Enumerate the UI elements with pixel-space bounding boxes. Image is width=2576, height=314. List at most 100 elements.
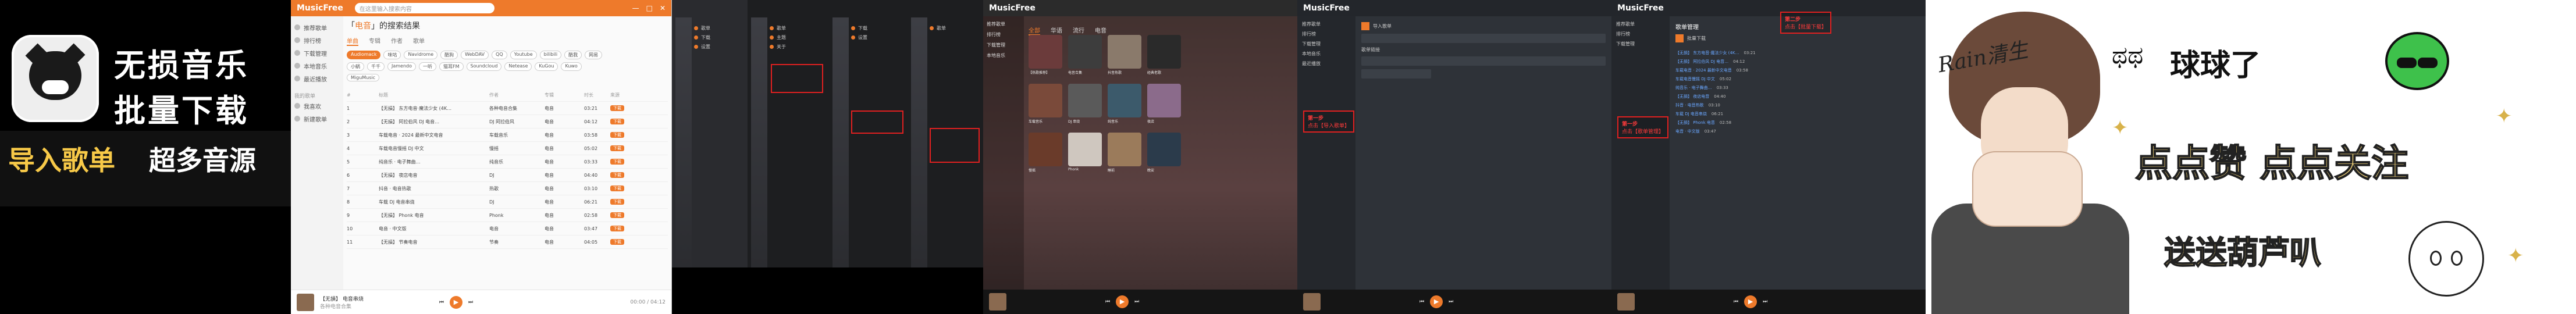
- source-chip[interactable]: 一听: [419, 62, 437, 71]
- sidebar-item-downloads[interactable]: 下载管理: [294, 47, 340, 59]
- prev-icon[interactable]: ⏮: [439, 299, 444, 305]
- track-row[interactable]: 【无損】 夜店电音 04:40: [1675, 92, 1920, 101]
- sidebar-item-favorites[interactable]: 我喜欢: [294, 99, 340, 112]
- source-chip[interactable]: QQ: [492, 51, 507, 59]
- menu-item[interactable]: 设置: [851, 33, 904, 42]
- song-title[interactable]: 【无損】 Phonk 电音: [379, 212, 489, 219]
- source-chip[interactable]: 酷我: [564, 51, 582, 59]
- play-button[interactable]: ▶: [1430, 295, 1443, 308]
- table-row[interactable]: 4 车载电音慢摇 DJ 中文 慢摇 电音 05:02 下载: [347, 142, 668, 155]
- next-icon[interactable]: ⏭: [1763, 299, 1767, 305]
- playlist-cover[interactable]: [1068, 84, 1102, 117]
- track-title[interactable]: 车载 DJ 电音串烧: [1675, 111, 1707, 117]
- source-chip[interactable]: KuGou: [535, 62, 558, 71]
- source-chip[interactable]: Jamendo: [387, 62, 417, 71]
- sidebar-item-playlists[interactable]: 推荐歌单: [294, 21, 340, 34]
- track-title[interactable]: 电音 · 中文版: [1675, 129, 1700, 134]
- table-row[interactable]: 3 车载电音 · 2024 最新中文电音 车载音乐 电音 03:58 下载: [347, 129, 668, 142]
- song-title[interactable]: 抖音 · 电音热歌: [379, 185, 489, 192]
- sidebar-item-charts[interactable]: 排行榜: [294, 34, 340, 47]
- table-row[interactable]: 2 【无損】 阿拉伯风 DJ 电音… DJ 阿拉伯风 电音 04:12 下载: [347, 115, 668, 129]
- track-title[interactable]: 【无損】 Phonk 电音: [1675, 120, 1715, 126]
- tab-3[interactable]: 歌单: [413, 36, 425, 46]
- playlist-card[interactable]: 抖音热歌: [1108, 35, 1141, 79]
- playlist-card[interactable]: DJ 串烧: [1068, 84, 1102, 128]
- table-row[interactable]: 5 纯音乐 · 电子舞曲… 纯音乐 电音 03:33 下载: [347, 155, 668, 169]
- song-artist[interactable]: DJ: [489, 173, 545, 178]
- next-icon[interactable]: ⏭: [1449, 299, 1453, 305]
- playlist-card[interactable]: 电音合集: [1068, 35, 1102, 79]
- track-row[interactable]: 电音 · 中文版 03:47: [1675, 127, 1920, 135]
- song-artist[interactable]: 节奏: [489, 239, 545, 245]
- playlist-card[interactable]: 晚安: [1147, 133, 1181, 177]
- sidebar-item-playlists[interactable]: 推荐歌单: [1302, 21, 1351, 31]
- source-chip[interactable]: MiguMusic: [347, 74, 380, 81]
- song-title[interactable]: 车载电音慢摇 DJ 中文: [379, 145, 489, 152]
- track-title[interactable]: 【无損】 夜店电音: [1675, 94, 1709, 99]
- table-row[interactable]: 9 【无損】 Phonk 电音 Phonk 电音 02:58 下载: [347, 209, 668, 222]
- track-row[interactable]: 车载电音 · 2024 最新中文电音 03:58: [1675, 66, 1920, 74]
- sidebar-item-charts[interactable]: 排行榜: [987, 31, 1020, 42]
- maximize-icon[interactable]: □: [646, 4, 653, 12]
- playlist-cover[interactable]: [1108, 84, 1141, 117]
- song-title[interactable]: 【无損】 阿拉伯风 DJ 电音…: [379, 119, 489, 125]
- song-artist[interactable]: 纯音乐: [489, 159, 545, 165]
- menu-item[interactable]: 下载: [694, 33, 744, 42]
- next-icon[interactable]: ⏭: [1134, 299, 1139, 305]
- tab-2[interactable]: 作者: [391, 36, 403, 46]
- sidebar-item-downloads[interactable]: 下载管理: [1616, 41, 1665, 51]
- sidebar-item-charts[interactable]: 排行榜: [1616, 31, 1665, 41]
- playlist-card[interactable]: Phonk: [1068, 133, 1102, 177]
- track-row[interactable]: 车载电音慢摇 DJ 中文 05:02: [1675, 74, 1920, 83]
- gallery-tab[interactable]: 全部: [1029, 26, 1040, 35]
- sidebar-item-local[interactable]: 本地音乐: [1302, 51, 1351, 60]
- download-button[interactable]: 下载: [610, 199, 624, 205]
- menu-item[interactable]: 下载: [851, 23, 904, 33]
- song-title[interactable]: 纯音乐 · 电子舞曲…: [379, 159, 489, 165]
- play-button[interactable]: ▶: [1116, 295, 1129, 308]
- song-artist[interactable]: DJ: [489, 199, 545, 205]
- playlist-card[interactable]: 经典老歌: [1147, 35, 1181, 79]
- playlist-card[interactable]: 车载音乐: [1029, 84, 1062, 128]
- playlist-cover[interactable]: [1108, 35, 1141, 69]
- track-row[interactable]: 纯音乐 · 电子舞曲… 03:33: [1675, 83, 1920, 92]
- playlist-card[interactable]: 纯音乐: [1108, 84, 1141, 128]
- table-row[interactable]: 11 【无損】 节奏电音 节奏 电音 04:05 下载: [347, 236, 668, 249]
- table-row[interactable]: 1 【无損】 东方电音·魔法少女 (4K… 各种电音合集 电音 03:21 下载: [347, 102, 668, 115]
- source-chip[interactable]: Audiomack: [347, 51, 381, 59]
- menu-item[interactable]: 歌单: [770, 23, 826, 33]
- source-chip[interactable]: WebDAV: [461, 51, 489, 59]
- album-cover[interactable]: [1617, 293, 1635, 311]
- song-title[interactable]: 车载电音 · 2024 最新中文电音: [379, 132, 489, 138]
- song-artist[interactable]: 慢摇: [489, 145, 545, 152]
- source-chip[interactable]: Netease: [504, 62, 532, 71]
- menu-item[interactable]: 歌单: [930, 23, 980, 33]
- sidebar-item-recent[interactable]: 最近播放: [1302, 60, 1351, 70]
- batch-download-button[interactable]: 批量下载: [1675, 34, 1920, 42]
- playlist-cover[interactable]: [1147, 35, 1181, 69]
- confirm-button[interactable]: [1361, 69, 1431, 78]
- download-button[interactable]: 下载: [610, 239, 624, 245]
- track-title[interactable]: 抖音 · 电音热歌: [1675, 102, 1704, 108]
- song-artist[interactable]: DJ 阿拉伯风: [489, 119, 545, 125]
- menu-item[interactable]: 设置: [694, 42, 744, 51]
- play-button[interactable]: ▶: [449, 295, 462, 309]
- close-icon[interactable]: ✕: [660, 4, 666, 12]
- track-row[interactable]: 抖音 · 电音热歌 03:10: [1675, 101, 1920, 109]
- table-row[interactable]: 10 电音 · 中文版 电音 电音 03:47 下载: [347, 222, 668, 236]
- search-input[interactable]: 在这里输入搜索内容: [354, 3, 494, 13]
- download-button[interactable]: 下载: [610, 145, 624, 151]
- sidebar-item-downloads[interactable]: 下载管理: [1302, 41, 1351, 51]
- track-title[interactable]: 纯音乐 · 电子舞曲…: [1675, 85, 1712, 91]
- playlist-card[interactable]: 夜店: [1147, 84, 1181, 128]
- download-button[interactable]: 下载: [610, 226, 624, 231]
- playlist-cover[interactable]: [1068, 35, 1102, 69]
- download-button[interactable]: 下载: [610, 105, 624, 111]
- prev-icon[interactable]: ⏮: [1105, 299, 1110, 305]
- sidebar-item-charts[interactable]: 排行榜: [1302, 31, 1351, 41]
- song-title[interactable]: 车载 DJ 电音串烧: [379, 199, 489, 205]
- album-cover[interactable]: [989, 293, 1006, 311]
- download-button[interactable]: 下载: [610, 172, 624, 178]
- source-chip[interactable]: 咪咕: [383, 51, 401, 59]
- download-button[interactable]: 下载: [610, 119, 624, 124]
